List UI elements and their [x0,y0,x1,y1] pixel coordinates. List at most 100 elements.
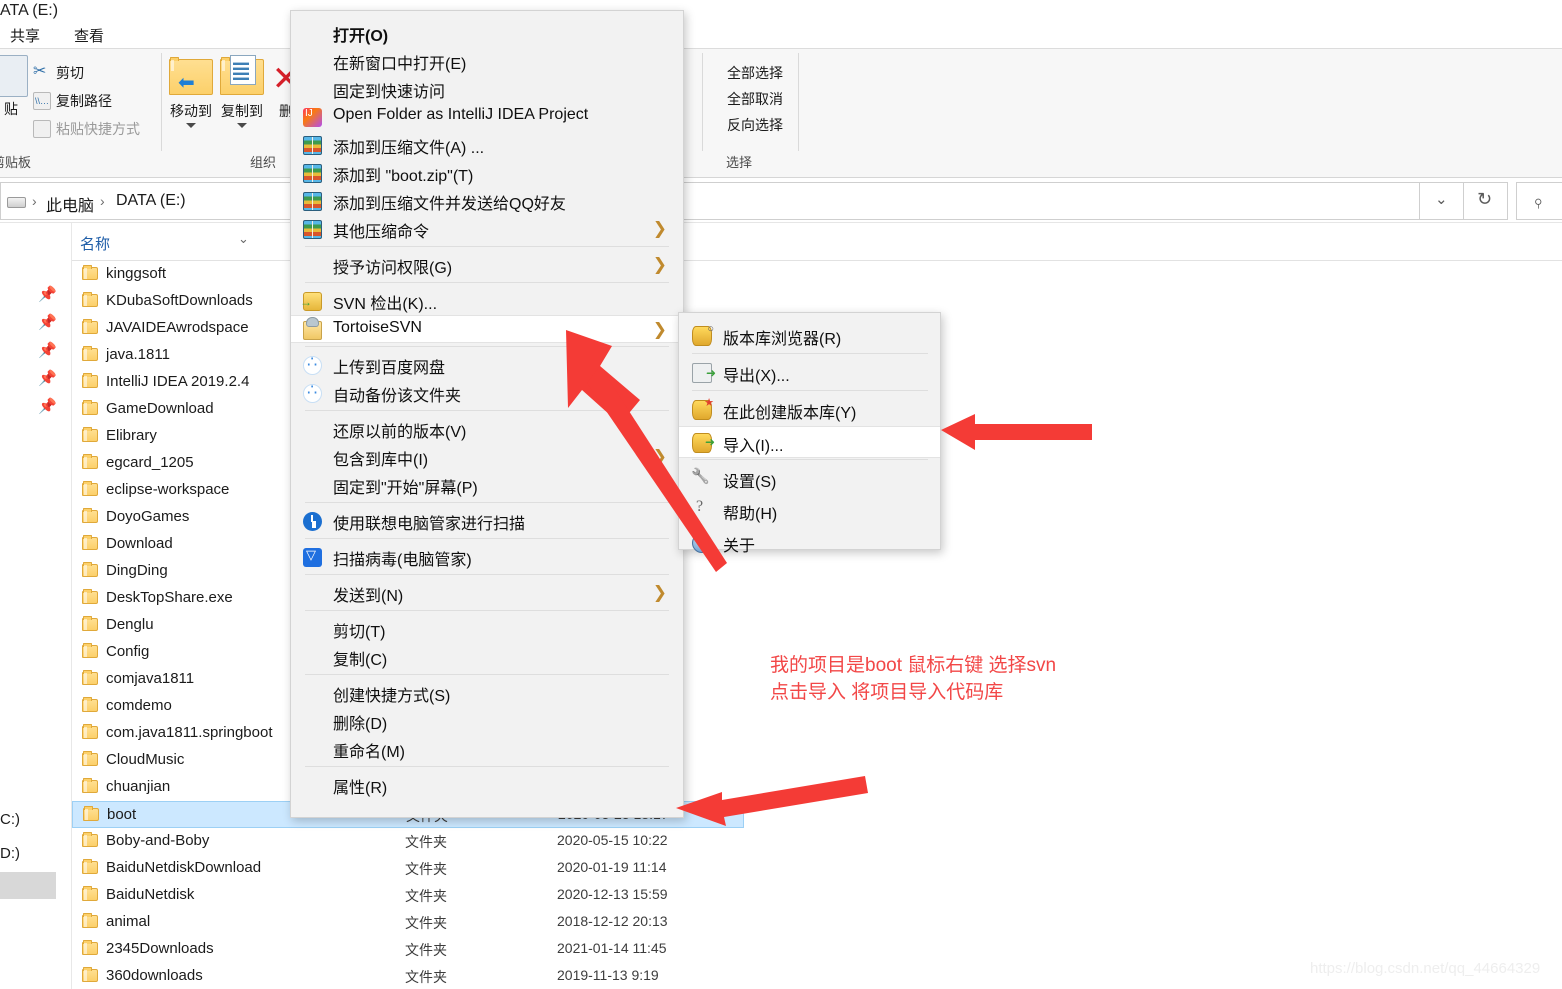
context-menu-item[interactable]: 其他压缩命令 ❯ [291,215,683,243]
svn-checkout-icon [300,292,322,311]
submenu-item[interactable]: 导出(X)... [679,357,940,389]
submenu-item[interactable]: 帮助(H) [679,495,940,527]
chevron-down-icon[interactable] [237,123,247,128]
context-menu-item[interactable]: SVN 检出(K)... [291,287,683,315]
submenu-item[interactable]: 导入(I)... [679,426,940,458]
table-row[interactable]: 2345Downloads 文件夹 2021-01-14 11:45 [72,936,744,963]
file-name: GameDownload [106,400,214,417]
copy-to-button[interactable]: ▬▬ ▬▬ ▬▬ ▬▬ 复制到 [213,55,271,128]
address-input[interactable]: › 此电脑 › DATA (E:) [0,182,1420,220]
file-type: 文件夹 [405,861,447,877]
ribbon-tab-share[interactable]: 共享 [10,25,40,46]
file-date: 2021-01-14 11:45 [557,940,667,956]
context-menu-item[interactable]: 打开(O) [291,19,683,47]
breadcrumb-data-drive[interactable]: DATA (E:) [116,192,186,210]
winrar-icon [303,192,322,211]
context-menu-item[interactable]: 使用联想电脑管家进行扫描 [291,507,683,535]
file-name: 2345Downloads [106,940,214,957]
file-type: 文件夹 [405,915,447,931]
copy-path-button[interactable]: \\… 复制路径 [33,91,112,111]
context-menu-item[interactable]: 剪切(T) [291,615,683,643]
nav-item-selected[interactable] [0,872,56,899]
context-menu-item[interactable]: 添加到压缩文件并发送给QQ好友 [291,187,683,215]
context-menu-item[interactable]: 重命名(M) [291,735,683,763]
folder-icon [82,292,98,312]
context-menu-item-label: 剪切(T) [333,624,386,641]
context-menu-item[interactable]: Open Folder as IntelliJ IDEA Project [291,103,683,131]
context-menu-item[interactable]: 在新窗口中打开(E) [291,47,683,75]
folder-icon [82,616,98,636]
context-menu-item[interactable]: 属性(R) [291,771,683,799]
search-icon: ⌕ [1527,190,1549,212]
table-row[interactable]: BaiduNetdisk 文件夹 2020-12-13 15:59 [72,882,744,909]
context-menu-item[interactable]: 固定到快速访问 [291,75,683,103]
chevron-right-icon: ❯ [652,320,667,339]
menu-separator [305,610,669,611]
folder-icon [82,589,98,609]
nav-item-drive-d[interactable]: D:) [0,845,20,862]
chevron-down-icon: ⌄ [1435,191,1448,208]
context-menu-item-label: 属性(R) [333,780,388,797]
context-menu-item[interactable]: 扫描病毒(电脑管家) [291,543,683,571]
submenu-item[interactable]: 版本库浏览器(R) [679,320,940,352]
context-menu-item[interactable]: 固定到"开始"屏幕(P) [291,471,683,499]
breadcrumb-separator: › [32,193,37,209]
context-menu-item-label: 在新窗口中打开(E) [333,56,467,73]
table-row[interactable]: 360downloads 文件夹 2019-11-13 9:19 [72,963,744,989]
file-type: 文件夹 [405,969,447,985]
menu-separator [305,246,669,247]
context-menu-item[interactable]: 发送到(N) ❯ [291,579,683,607]
submenu-item[interactable]: 在此创建版本库(Y) [679,394,940,426]
invert-selection-button[interactable]: 反向选择 [704,115,783,135]
context-menu-item[interactable]: 删除(D) [291,707,683,735]
paste-shortcut-button[interactable]: 粘贴快捷方式 [33,119,140,139]
context-menu-item[interactable]: 自动备份该文件夹 [291,379,683,407]
select-none-button[interactable]: 全部取消 [704,89,783,109]
context-menu-item[interactable]: TortoiseSVN ❯ [291,315,683,343]
chevron-right-icon: ❯ [652,583,667,602]
select-all-button[interactable]: 全部选择 [704,63,783,83]
cut-button[interactable]: 剪切 [33,61,84,83]
column-header-name[interactable]: 名称 [80,233,110,254]
context-menu-item[interactable]: 添加到压缩文件(A) ... [291,131,683,159]
refresh-button[interactable]: ↻ [1464,182,1508,220]
nav-item-drive-c[interactable]: C:) [0,811,20,828]
folder-icon [82,373,98,393]
folder-icon [82,319,98,339]
address-dropdown-button[interactable]: ⌄ [1420,182,1464,220]
folder-icon [82,265,98,285]
context-menu-item[interactable]: 添加到 "boot.zip"(T) [291,159,683,187]
context-menu-item[interactable]: 包含到库中(I) ❯ [291,443,683,471]
chevron-down-icon[interactable]: ⌄ [238,231,249,247]
context-menu-item-label: 发送到(N) [333,588,404,605]
folder-icon [82,778,98,798]
breadcrumb-this-pc[interactable]: 此电脑 [46,192,94,216]
search-input[interactable]: ⌕ [1516,182,1562,220]
context-menu-item[interactable]: 授予访问权限(G) ❯ [291,251,683,279]
chevron-right-icon: ❯ [652,255,667,274]
folder-icon [82,940,98,960]
submenu-item[interactable]: 关于 [679,527,940,559]
context-menu-item[interactable]: 上传到百度网盘 [291,351,683,379]
folder-icon [82,859,98,879]
file-name: DingDing [106,562,168,579]
file-name: Boby-and-Boby [106,832,210,849]
move-to-button[interactable]: ⬅ 移动到 [162,57,220,128]
table-row[interactable]: animal 文件夹 2018-12-12 20:13 [72,909,744,936]
file-name: Download [106,535,173,552]
about-icon [692,532,712,553]
file-name: BaiduNetdisk [106,886,195,903]
table-row[interactable]: BaiduNetdiskDownload 文件夹 2020-01-19 11:14 [72,855,744,882]
table-row[interactable]: Boby-and-Boby 文件夹 2020-05-15 10:22 [72,828,744,855]
paste-shortcut-icon [33,120,51,138]
file-name: Config [106,643,150,660]
context-menu-item[interactable]: 复制(C) [291,643,683,671]
submenu-item[interactable]: 设置(S) [679,463,940,495]
context-menu-item[interactable]: 创建快捷方式(S) [291,679,683,707]
file-name: DeskTopShare.exe [106,589,233,606]
context-menu-item-label: SVN 检出(K)... [333,296,438,313]
chevron-down-icon[interactable] [186,123,196,128]
ribbon-tab-view[interactable]: 查看 [74,25,104,46]
context-menu-item-label: 使用联想电脑管家进行扫描 [333,516,526,533]
context-menu-item[interactable]: 还原以前的版本(V) [291,415,683,443]
